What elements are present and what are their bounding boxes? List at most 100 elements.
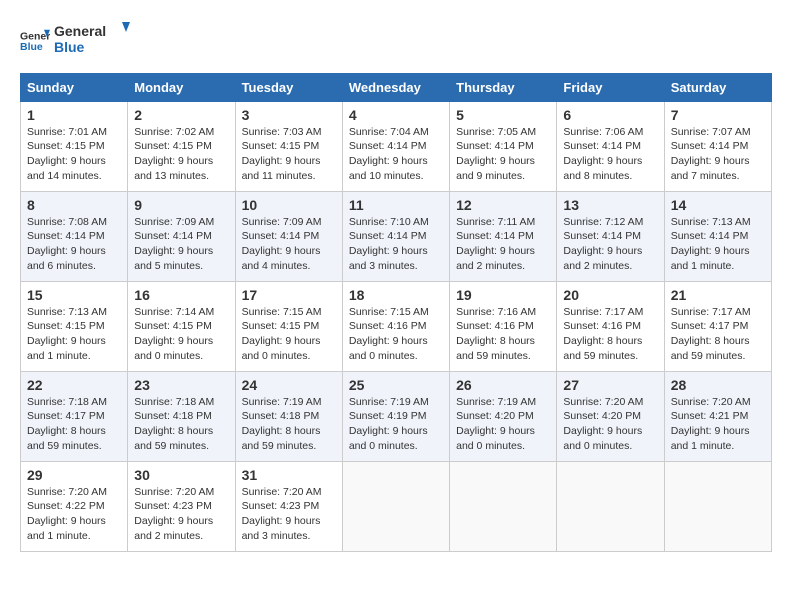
day-number: 21 xyxy=(671,287,765,303)
calendar-cell: 13 Sunrise: 7:12 AMSunset: 4:14 PMDayligh… xyxy=(557,191,664,281)
calendar-cell: 18 Sunrise: 7:15 AMSunset: 4:16 PMDayligh… xyxy=(342,281,449,371)
calendar-cell: 10 Sunrise: 7:09 AMSunset: 4:14 PMDayligh… xyxy=(235,191,342,281)
day-number: 7 xyxy=(671,107,765,123)
day-info: Sunrise: 7:04 AMSunset: 4:14 PMDaylight:… xyxy=(349,125,443,184)
calendar-cell xyxy=(450,461,557,551)
calendar-table: SundayMondayTuesdayWednesdayThursdayFrid… xyxy=(20,73,772,552)
day-info: Sunrise: 7:19 AMSunset: 4:18 PMDaylight:… xyxy=(242,395,336,454)
day-number: 26 xyxy=(456,377,550,393)
day-info: Sunrise: 7:01 AMSunset: 4:15 PMDaylight:… xyxy=(27,125,121,184)
calendar-cell: 17Sunrise: 7:15 AMSunset: 4:15 PMDayligh… xyxy=(235,281,342,371)
day-number: 9 xyxy=(134,197,228,213)
day-info: Sunrise: 7:13 AMSunset: 4:15 PMDaylight:… xyxy=(27,305,121,364)
day-number: 14 xyxy=(671,197,765,213)
calendar-cell: 15Sunrise: 7:13 AMSunset: 4:15 PMDayligh… xyxy=(21,281,128,371)
day-info: Sunrise: 7:18 AMSunset: 4:18 PMDaylight:… xyxy=(134,395,228,454)
day-number: 10 xyxy=(242,197,336,213)
svg-text:Blue: Blue xyxy=(20,41,43,53)
calendar-week-1: 1 Sunrise: 7:01 AMSunset: 4:15 PMDaylight… xyxy=(21,101,772,191)
calendar-cell: 25Sunrise: 7:19 AMSunset: 4:19 PMDayligh… xyxy=(342,371,449,461)
svg-text:Blue: Blue xyxy=(54,39,85,55)
calendar-cell: 21 Sunrise: 7:17 AMSunset: 4:17 PMDayligh… xyxy=(664,281,771,371)
calendar-header-row: SundayMondayTuesdayWednesdayThursdayFrid… xyxy=(21,73,772,101)
day-number: 30 xyxy=(134,467,228,483)
day-info: Sunrise: 7:19 AMSunset: 4:20 PMDaylight:… xyxy=(456,395,550,454)
logo: General Blue General Blue xyxy=(20,20,134,63)
day-number: 12 xyxy=(456,197,550,213)
calendar-week-2: 8 Sunrise: 7:08 AMSunset: 4:14 PMDaylight… xyxy=(21,191,772,281)
calendar-cell: 1 Sunrise: 7:01 AMSunset: 4:15 PMDaylight… xyxy=(21,101,128,191)
calendar-cell: 7Sunrise: 7:07 AMSunset: 4:14 PMDaylight… xyxy=(664,101,771,191)
day-number: 27 xyxy=(563,377,657,393)
day-info: Sunrise: 7:20 AMSunset: 4:23 PMDaylight:… xyxy=(242,485,336,544)
logo-line1: General Blue xyxy=(54,20,134,63)
day-number: 20 xyxy=(563,287,657,303)
day-number: 31 xyxy=(242,467,336,483)
col-header-saturday: Saturday xyxy=(664,73,771,101)
calendar-cell: 20 Sunrise: 7:17 AMSunset: 4:16 PMDayligh… xyxy=(557,281,664,371)
day-info: Sunrise: 7:20 AMSunset: 4:21 PMDaylight:… xyxy=(671,395,765,454)
day-number: 19 xyxy=(456,287,550,303)
day-number: 4 xyxy=(349,107,443,123)
day-info: Sunrise: 7:12 AMSunset: 4:14 PMDaylight:… xyxy=(563,215,657,274)
logo-icon: General Blue xyxy=(20,26,50,56)
calendar-cell: 16Sunrise: 7:14 AMSunset: 4:15 PMDayligh… xyxy=(128,281,235,371)
col-header-thursday: Thursday xyxy=(450,73,557,101)
calendar-cell: 28 Sunrise: 7:20 AMSunset: 4:21 PMDayligh… xyxy=(664,371,771,461)
calendar-cell: 6Sunrise: 7:06 AMSunset: 4:14 PMDaylight… xyxy=(557,101,664,191)
day-info: Sunrise: 7:14 AMSunset: 4:15 PMDaylight:… xyxy=(134,305,228,364)
calendar-cell: 4 Sunrise: 7:04 AMSunset: 4:14 PMDaylight… xyxy=(342,101,449,191)
calendar-cell: 30Sunrise: 7:20 AMSunset: 4:23 PMDayligh… xyxy=(128,461,235,551)
calendar-cell: 29Sunrise: 7:20 AMSunset: 4:22 PMDayligh… xyxy=(21,461,128,551)
day-info: Sunrise: 7:15 AMSunset: 4:16 PMDaylight:… xyxy=(349,305,443,364)
calendar-cell xyxy=(342,461,449,551)
calendar-cell xyxy=(557,461,664,551)
day-number: 11 xyxy=(349,197,443,213)
day-number: 18 xyxy=(349,287,443,303)
day-info: Sunrise: 7:20 AMSunset: 4:20 PMDaylight:… xyxy=(563,395,657,454)
calendar-cell: 5Sunrise: 7:05 AMSunset: 4:14 PMDaylight… xyxy=(450,101,557,191)
calendar-cell xyxy=(664,461,771,551)
calendar-cell: 14 Sunrise: 7:13 AMSunset: 4:14 PMDayligh… xyxy=(664,191,771,281)
day-number: 13 xyxy=(563,197,657,213)
calendar-cell: 19 Sunrise: 7:16 AMSunset: 4:16 PMDayligh… xyxy=(450,281,557,371)
day-number: 24 xyxy=(242,377,336,393)
calendar-cell: 11Sunrise: 7:10 AMSunset: 4:14 PMDayligh… xyxy=(342,191,449,281)
day-info: Sunrise: 7:19 AMSunset: 4:19 PMDaylight:… xyxy=(349,395,443,454)
calendar-cell: 2 Sunrise: 7:02 AMSunset: 4:15 PMDaylight… xyxy=(128,101,235,191)
page-header: General Blue General Blue xyxy=(20,20,772,63)
calendar-cell: 31 Sunrise: 7:20 AMSunset: 4:23 PMDayligh… xyxy=(235,461,342,551)
day-number: 6 xyxy=(563,107,657,123)
calendar-cell: 3 Sunrise: 7:03 AMSunset: 4:15 PMDaylight… xyxy=(235,101,342,191)
day-info: Sunrise: 7:08 AMSunset: 4:14 PMDaylight:… xyxy=(27,215,121,274)
day-info: Sunrise: 7:17 AMSunset: 4:17 PMDaylight:… xyxy=(671,305,765,364)
day-number: 1 xyxy=(27,107,121,123)
day-number: 28 xyxy=(671,377,765,393)
col-header-wednesday: Wednesday xyxy=(342,73,449,101)
day-number: 3 xyxy=(242,107,336,123)
calendar-cell: 27 Sunrise: 7:20 AMSunset: 4:20 PMDayligh… xyxy=(557,371,664,461)
col-header-friday: Friday xyxy=(557,73,664,101)
calendar-week-3: 15Sunrise: 7:13 AMSunset: 4:15 PMDayligh… xyxy=(21,281,772,371)
day-info: Sunrise: 7:02 AMSunset: 4:15 PMDaylight:… xyxy=(134,125,228,184)
day-number: 8 xyxy=(27,197,121,213)
day-number: 23 xyxy=(134,377,228,393)
day-number: 5 xyxy=(456,107,550,123)
day-info: Sunrise: 7:09 AMSunset: 4:14 PMDaylight:… xyxy=(242,215,336,274)
day-info: Sunrise: 7:11 AMSunset: 4:14 PMDaylight:… xyxy=(456,215,550,274)
day-info: Sunrise: 7:13 AMSunset: 4:14 PMDaylight:… xyxy=(671,215,765,274)
col-header-monday: Monday xyxy=(128,73,235,101)
day-info: Sunrise: 7:16 AMSunset: 4:16 PMDaylight:… xyxy=(456,305,550,364)
day-number: 17 xyxy=(242,287,336,303)
day-info: Sunrise: 7:03 AMSunset: 4:15 PMDaylight:… xyxy=(242,125,336,184)
calendar-week-4: 22Sunrise: 7:18 AMSunset: 4:17 PMDayligh… xyxy=(21,371,772,461)
calendar-cell: 26 Sunrise: 7:19 AMSunset: 4:20 PMDayligh… xyxy=(450,371,557,461)
calendar-cell: 8 Sunrise: 7:08 AMSunset: 4:14 PMDaylight… xyxy=(21,191,128,281)
calendar-week-5: 29Sunrise: 7:20 AMSunset: 4:22 PMDayligh… xyxy=(21,461,772,551)
calendar-body: 1 Sunrise: 7:01 AMSunset: 4:15 PMDaylight… xyxy=(21,101,772,551)
day-number: 2 xyxy=(134,107,228,123)
day-info: Sunrise: 7:09 AMSunset: 4:14 PMDaylight:… xyxy=(134,215,228,274)
day-number: 29 xyxy=(27,467,121,483)
calendar-cell: 23 Sunrise: 7:18 AMSunset: 4:18 PMDayligh… xyxy=(128,371,235,461)
day-info: Sunrise: 7:17 AMSunset: 4:16 PMDaylight:… xyxy=(563,305,657,364)
